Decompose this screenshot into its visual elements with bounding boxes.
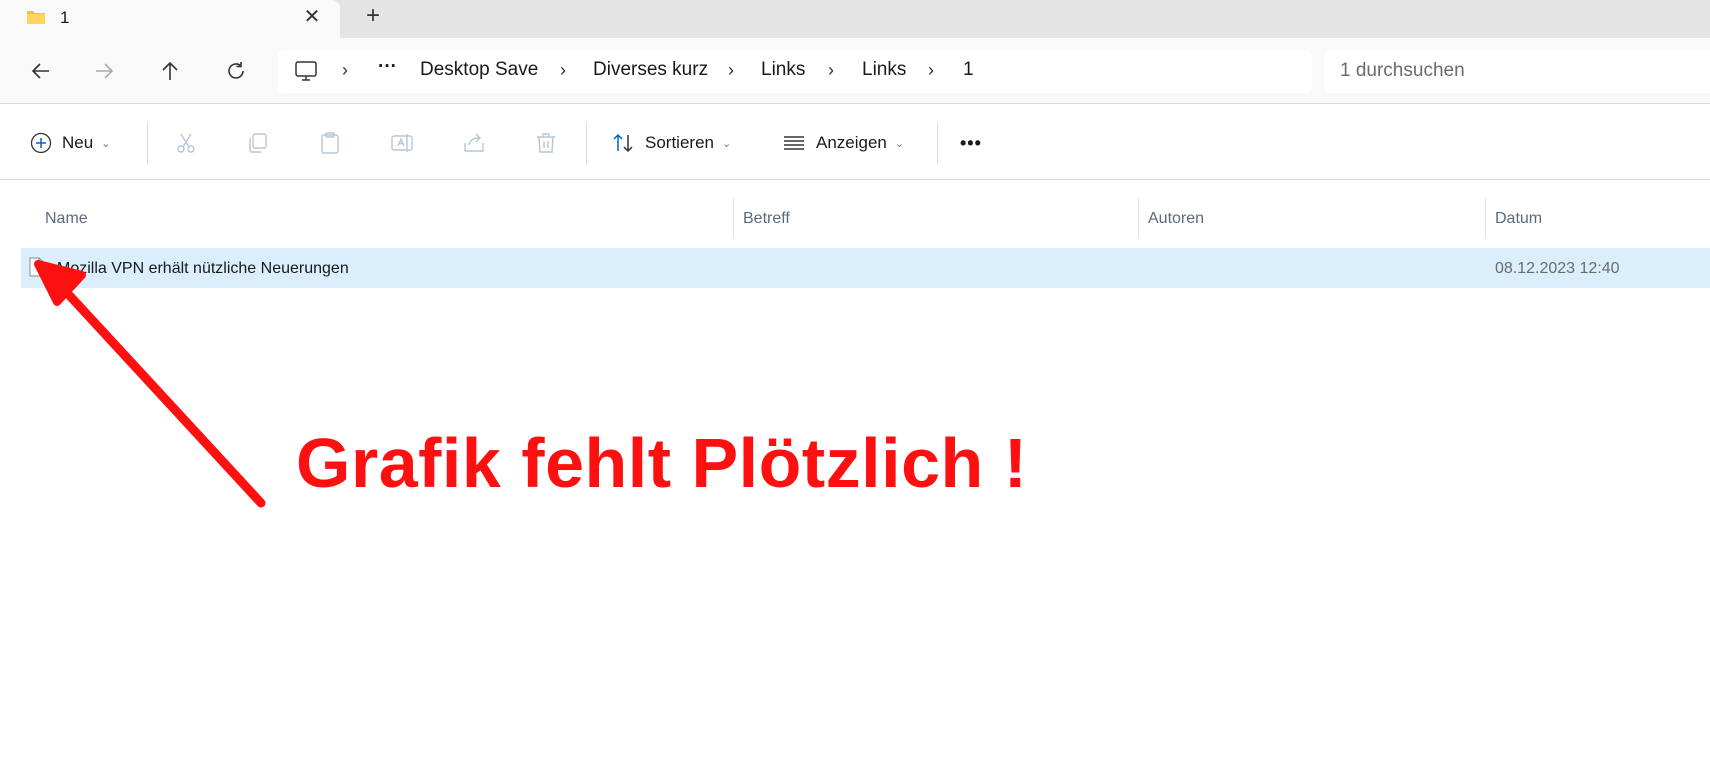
new-tab-button[interactable]: + (362, 4, 384, 28)
back-button[interactable] (26, 57, 56, 85)
breadcrumb-links-2[interactable]: Links (862, 59, 906, 81)
tab-title: 1 (60, 8, 70, 27)
column-header-subject[interactable]: Betreff (743, 210, 790, 228)
up-button[interactable] (155, 57, 185, 85)
address-bar[interactable]: › ··· Desktop Save › Diverses kurz › Lin… (278, 50, 1312, 93)
tab-active[interactable]: 1 ✕ (0, 0, 340, 38)
tab-bar: 1 ✕ + (0, 0, 1710, 38)
paste-button[interactable] (318, 128, 342, 158)
divider (937, 122, 938, 164)
more-options-button[interactable]: ••• (960, 128, 982, 158)
breadcrumb-overflow[interactable]: ··· (378, 56, 397, 78)
trash-icon (537, 133, 555, 153)
document-icon (29, 257, 45, 277)
breadcrumb-diverses-kurz[interactable]: Diverses kurz (593, 59, 708, 81)
breadcrumb-separator-icon[interactable]: › (342, 60, 348, 81)
sort-icon (613, 133, 633, 153)
annotation-text: Grafik fehlt Plötzlich ! (296, 424, 1028, 502)
breadcrumb-links-1[interactable]: Links (761, 59, 805, 81)
breadcrumb-separator-icon[interactable]: › (828, 60, 834, 81)
sort-label: Sortieren (645, 133, 714, 152)
rename-button[interactable] (390, 128, 414, 158)
column-divider[interactable] (1485, 198, 1486, 238)
search-input[interactable]: 1 durchsuchen (1340, 60, 1465, 82)
file-date: 08.12.2023 12:40 (1495, 260, 1620, 277)
chevron-down-icon: ⌄ (101, 137, 111, 150)
column-divider[interactable] (1138, 198, 1139, 238)
breadcrumb-desktop-save[interactable]: Desktop Save (420, 59, 538, 81)
breadcrumb-separator-icon[interactable]: › (728, 60, 734, 81)
chevron-down-icon: ⌄ (721, 137, 732, 150)
copy-button[interactable] (246, 128, 270, 158)
rename-icon (391, 134, 413, 152)
share-icon (464, 133, 484, 152)
close-tab-icon[interactable]: ✕ (302, 6, 322, 28)
this-pc-icon[interactable] (294, 60, 318, 82)
view-label: Anzeigen (816, 133, 887, 152)
new-label: Neu (62, 133, 94, 152)
column-header-name[interactable]: Name (45, 210, 88, 228)
arrow-left-icon (31, 63, 49, 79)
arrow-up-icon (162, 61, 178, 80)
breadcrumb-current[interactable]: 1 (963, 59, 974, 81)
divider (586, 122, 587, 164)
clipboard-icon (321, 132, 339, 154)
refresh-icon (228, 62, 244, 79)
column-divider[interactable] (733, 198, 734, 238)
search-box[interactable]: 1 durchsuchen (1324, 50, 1710, 93)
share-button[interactable] (462, 128, 486, 158)
sort-button[interactable]: Sortieren ⌄ (611, 128, 731, 158)
delete-button[interactable] (534, 128, 558, 158)
cut-button[interactable] (174, 128, 198, 158)
breadcrumb-separator-icon[interactable]: › (928, 60, 934, 81)
refresh-button[interactable] (221, 57, 251, 85)
copy-icon (249, 133, 267, 153)
divider (147, 122, 148, 164)
folder-icon (27, 11, 45, 24)
forward-button[interactable] (89, 57, 119, 85)
plus-circle-icon (30, 132, 52, 154)
command-bar: Neu ⌄ Sortieren ⌄ Anzeigen ⌄ ••• (0, 104, 1710, 180)
list-view-icon (784, 136, 804, 150)
file-name: Mozilla VPN erhält nützliche Neuerungen (57, 260, 349, 277)
view-button[interactable]: Anzeigen ⌄ (782, 128, 904, 158)
arrow-right-icon (96, 63, 114, 79)
new-button[interactable]: Neu ⌄ (30, 128, 110, 158)
navigation-bar: › ··· Desktop Save › Diverses kurz › Lin… (0, 38, 1710, 104)
column-header-date[interactable]: Datum (1495, 210, 1542, 228)
column-header-authors[interactable]: Autoren (1148, 210, 1204, 228)
file-row[interactable]: Mozilla VPN erhält nützliche Neuerungen … (21, 248, 1710, 288)
breadcrumb-separator-icon[interactable]: › (560, 60, 566, 81)
chevron-down-icon: ⌄ (894, 137, 905, 150)
scissors-icon (177, 133, 195, 153)
